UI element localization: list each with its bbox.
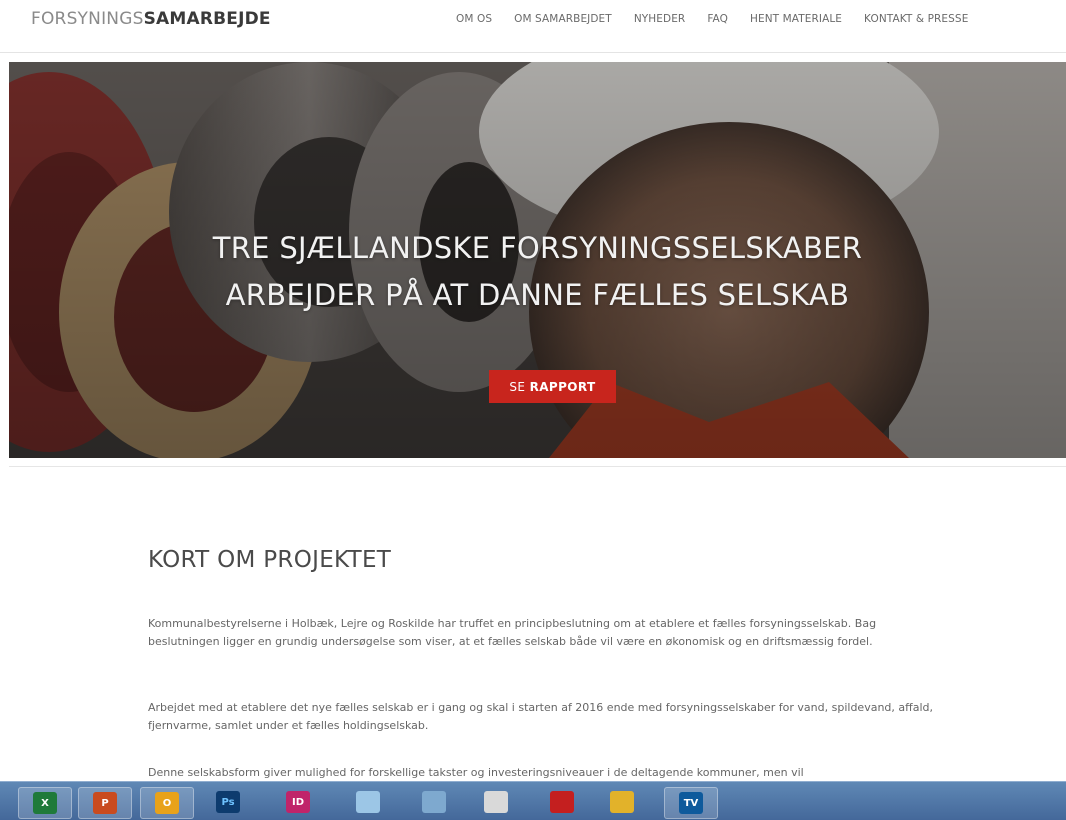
taskbar-acrobat[interactable] [536,787,588,817]
nav-item-nyheder[interactable]: NYHEDER [634,13,686,25]
section-title: KORT OM PROJEKTET [148,547,392,573]
notepad-icon [356,791,380,813]
paragraph-2: Arbejdet med at etablere det nye fælles … [148,701,933,732]
teamviewer-icon: TV [679,792,703,814]
photoshop-icon: Ps [216,791,240,813]
taskbar-excel[interactable]: X [18,787,72,819]
paragraph-3: Denne selskabsform giver mulighed for fo… [148,766,804,779]
hero-title-line-1: TRE SJÆLLANDSKE FORSYNINGSSELSKABER [212,231,863,265]
taskbar-powerpoint[interactable]: P [78,787,132,819]
taskbar-network[interactable] [408,787,460,817]
section-divider [9,466,1066,467]
excel-icon: X [33,792,57,814]
hero-title-line-2: ARBEJDER PÅ AT DANNE FÆLLES SELSKAB [225,278,850,312]
acrobat-icon [550,791,574,813]
windows-taskbar: X P O Ps ID TV [0,781,1066,820]
taskbar-outlook[interactable]: O [140,787,194,819]
powerpoint-icon: P [93,792,117,814]
taskbar-notepad[interactable] [342,787,394,817]
outlook-icon: O [155,792,179,814]
nav-item-faq[interactable]: FAQ [707,13,728,25]
nav-item-hent-materiale[interactable]: HENT MATERIALE [750,13,842,25]
nav-item-om-samarbejdet[interactable]: OM SAMARBEJDET [514,13,612,25]
see-report-button-label: RAPPORT [529,379,596,394]
taskbar-indesign[interactable]: ID [272,787,324,817]
site-header: FORSYNINGSSAMARBEJDE OM OS OM SAMARBEJDE… [0,0,1066,53]
taskbar-teamviewer[interactable]: TV [664,787,718,819]
hero-banner: TRE SJÆLLANDSKE FORSYNINGSSELSKABER ARBE… [9,62,1066,458]
taskbar-photoshop[interactable]: Ps [202,787,254,817]
see-report-button-prefix: SE [509,379,530,394]
network-icon [422,791,446,813]
nav-item-om-os[interactable]: OM OS [456,13,492,25]
hero-title: TRE SJÆLLANDSKE FORSYNINGSSELSKABER ARBE… [9,225,1066,319]
taskbar-chart-app[interactable] [596,787,648,817]
paragraph-1: Kommunalbestyrelserne i Holbæk, Lejre og… [148,617,877,648]
see-report-button[interactable]: SE RAPPORT [489,370,616,403]
nav-item-kontakt-presse[interactable]: KONTAKT & PRESSE [864,13,968,25]
chart-app-icon [610,791,634,813]
site-logo[interactable]: FORSYNINGSSAMARBEJDE [31,9,271,29]
paint-icon [484,791,508,813]
main-nav: OM OS OM SAMARBEJDET NYHEDER FAQ HENT MA… [456,13,990,25]
taskbar-paint[interactable] [470,787,522,817]
logo-light-text: FORSYNINGS [31,9,144,29]
logo-bold-text: SAMARBEJDE [143,9,271,29]
indesign-icon: ID [286,791,310,813]
